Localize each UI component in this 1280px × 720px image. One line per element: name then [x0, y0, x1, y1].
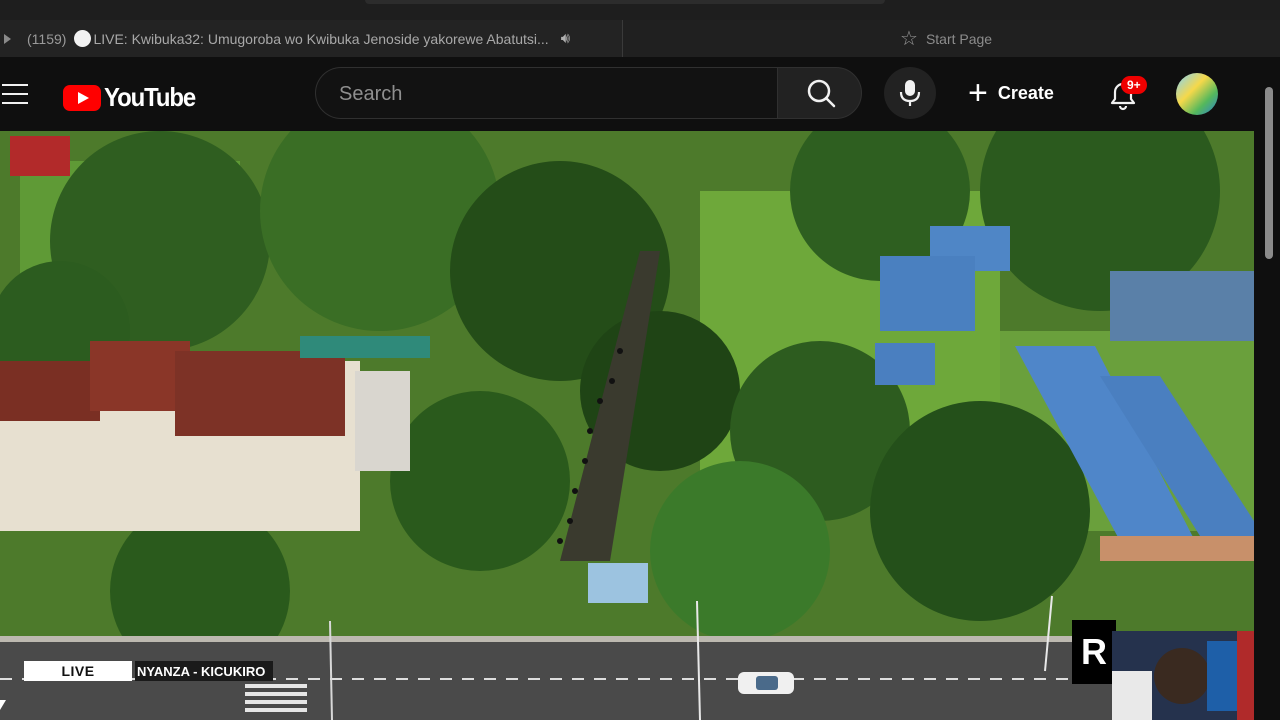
picture-in-picture-webcam — [1112, 631, 1254, 720]
create-label: Create — [997, 82, 1054, 103]
tab-notification-count: (1159) — [27, 30, 67, 47]
youtube-logo[interactable]: YouTube — [63, 82, 203, 113]
microphone-icon — [899, 80, 921, 106]
create-button[interactable]: + Create — [960, 71, 1054, 115]
youtube-header: YouTube + Create 9+ — [0, 57, 1258, 131]
search-input[interactable] — [337, 68, 761, 120]
location-label: NYANZA - KICUKIRO — [135, 661, 274, 681]
scrollbar-thumb[interactable] — [1265, 87, 1273, 259]
star-icon: ☆ — [900, 28, 918, 50]
search-box — [315, 67, 777, 120]
search-icon — [807, 79, 836, 108]
browser-tab-bar: (1159) LIVE: Kwibuka32: Umugoroba wo Kwi… — [0, 20, 1280, 57]
tab-title-start: Start Page — [925, 30, 993, 47]
search-button[interactable] — [777, 67, 862, 119]
youtube-wordmark: YouTube — [104, 82, 196, 112]
browser-tab-start-page[interactable]: ☆ Start Page — [900, 20, 1100, 57]
notification-badge: 9+ — [1121, 76, 1147, 94]
tab-divider — [622, 20, 623, 57]
account-avatar[interactable] — [1176, 73, 1218, 115]
aerial-video-frame — [0, 131, 1254, 720]
mouse-cursor-icon — [0, 700, 6, 710]
speaker-icon[interactable]: 🔊︎ — [561, 30, 570, 47]
browser-tab-active[interactable]: (1159) LIVE: Kwibuka32: Umugoroba wo Kwi… — [0, 20, 622, 57]
live-badge: LIVE — [24, 661, 132, 681]
channel-watermark-logo: R — [1072, 620, 1116, 684]
webcam-feed — [1112, 631, 1254, 720]
plus-icon: + — [968, 74, 988, 112]
window-top-strip — [0, 0, 1280, 20]
hamburger-menu-icon[interactable] — [2, 84, 28, 104]
window-drag-handle[interactable] — [365, 0, 885, 4]
recording-dot-icon — [74, 30, 92, 47]
video-player[interactable]: LIVE NYANZA - KICUKIRO R — [0, 131, 1254, 720]
youtube-play-icon — [63, 84, 101, 111]
play-icon — [4, 33, 11, 44]
tab-title: LIVE: Kwibuka32: Umugoroba wo Kwibuka Je… — [93, 30, 549, 47]
voice-search-button[interactable] — [884, 67, 936, 119]
